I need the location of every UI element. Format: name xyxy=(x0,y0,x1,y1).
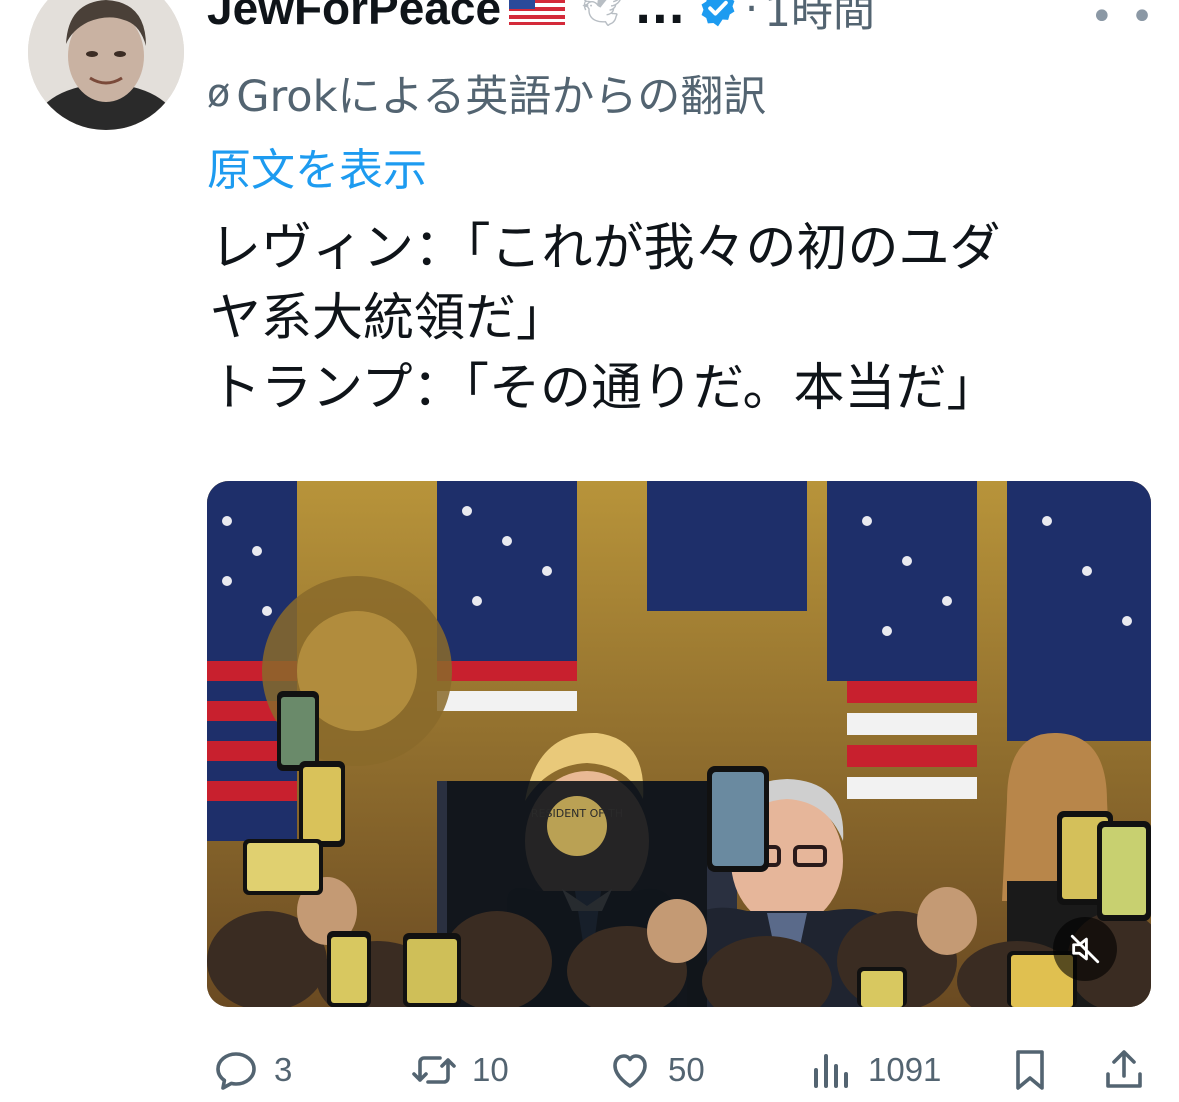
author-name[interactable]: JewForPeace xyxy=(207,0,501,35)
muted-speaker-icon xyxy=(1070,934,1100,964)
mute-toggle-button[interactable] xyxy=(1053,917,1117,981)
reply-icon xyxy=(216,1052,256,1090)
seal-text: RESIDENT OF TH xyxy=(531,807,623,820)
more-options-icon[interactable]: • • xyxy=(1090,0,1156,40)
like-count: 50 xyxy=(668,1051,705,1088)
reply-button[interactable]: 3 xyxy=(212,1038,292,1102)
views-bar-chart-icon xyxy=(814,1054,848,1088)
video-player[interactable]: RESIDENT OF TH xyxy=(207,481,1151,1007)
bookmark-button[interactable] xyxy=(1006,1038,1054,1102)
verified-badge-icon[interactable] xyxy=(697,0,739,29)
time-separator: · xyxy=(744,0,759,33)
tweet-text: レヴィン：「これが我々の初のユダ ヤ系大統領だ」 トランプ：「その通りだ。本当だ… xyxy=(210,214,1160,424)
like-button[interactable]: 50 xyxy=(606,1038,705,1102)
name-ellipsis: ... xyxy=(634,0,685,34)
us-flag-icon xyxy=(509,0,566,25)
post-time[interactable]: 1時間 xyxy=(764,0,875,39)
share-button[interactable] xyxy=(1100,1038,1148,1102)
translation-notice: ø Grokによる英語からの翻訳 xyxy=(207,62,766,124)
retweet-button[interactable]: 10 xyxy=(410,1038,509,1102)
action-bar: 3 10 50 1091 xyxy=(0,1038,1179,1102)
retweet-icon xyxy=(412,1056,456,1084)
views-button[interactable]: 1091 xyxy=(806,1038,941,1102)
share-icon xyxy=(1106,1050,1142,1088)
author-avatar[interactable] xyxy=(28,0,184,130)
dove-icon: 🕊 xyxy=(579,0,625,29)
tweet-line: ヤ系大統領だ」 xyxy=(210,289,568,348)
tweet-line: トランプ：「その通りだ。本当だ」 xyxy=(210,359,998,418)
views-count: 1091 xyxy=(868,1051,942,1088)
retweet-count: 10 xyxy=(472,1051,509,1088)
tweet-line: レヴィン：「これが我々の初のユダ xyxy=(210,219,1001,278)
video-frame: RESIDENT OF TH xyxy=(207,481,1151,1007)
tweet-header: JewForPeace 🕊 ... · 1時間 xyxy=(207,0,875,38)
translate-icon: ø xyxy=(207,71,231,115)
bookmark-icon xyxy=(1016,1050,1044,1090)
heart-icon xyxy=(613,1054,647,1088)
translation-label: Grokによる英語からの翻訳 xyxy=(236,72,767,122)
show-original-link[interactable]: 原文を表示 xyxy=(207,134,427,198)
reply-count: 3 xyxy=(274,1051,293,1088)
